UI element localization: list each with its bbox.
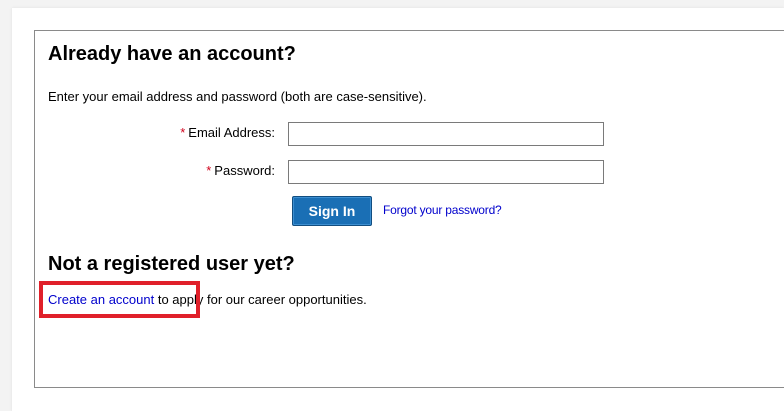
password-field[interactable] <box>288 160 604 184</box>
existing-account-heading: Already have an account? <box>48 43 296 65</box>
create-account-suffix: to apply for our career opportunities. <box>154 292 367 307</box>
create-account-line: Create an account to apply for our caree… <box>48 292 367 307</box>
sign-in-button[interactable]: Sign In <box>292 196 372 226</box>
login-panel: Already have an account? Enter your emai… <box>34 30 784 388</box>
password-label-text: Password: <box>214 163 275 178</box>
page: Already have an account? Enter your emai… <box>12 8 784 411</box>
forgot-password-link[interactable]: Forgot your password? <box>383 203 502 217</box>
new-user-heading: Not a registered user yet? <box>48 253 295 275</box>
login-instructions: Enter your email address and password (b… <box>48 89 427 104</box>
required-marker: * <box>206 163 212 178</box>
create-account-link[interactable]: Create an account <box>48 292 154 307</box>
email-label: * Email Address: <box>180 125 275 140</box>
password-label: * Password: <box>206 163 275 178</box>
email-field[interactable] <box>288 122 604 146</box>
email-label-text: Email Address: <box>188 125 275 140</box>
required-marker: * <box>180 125 186 140</box>
